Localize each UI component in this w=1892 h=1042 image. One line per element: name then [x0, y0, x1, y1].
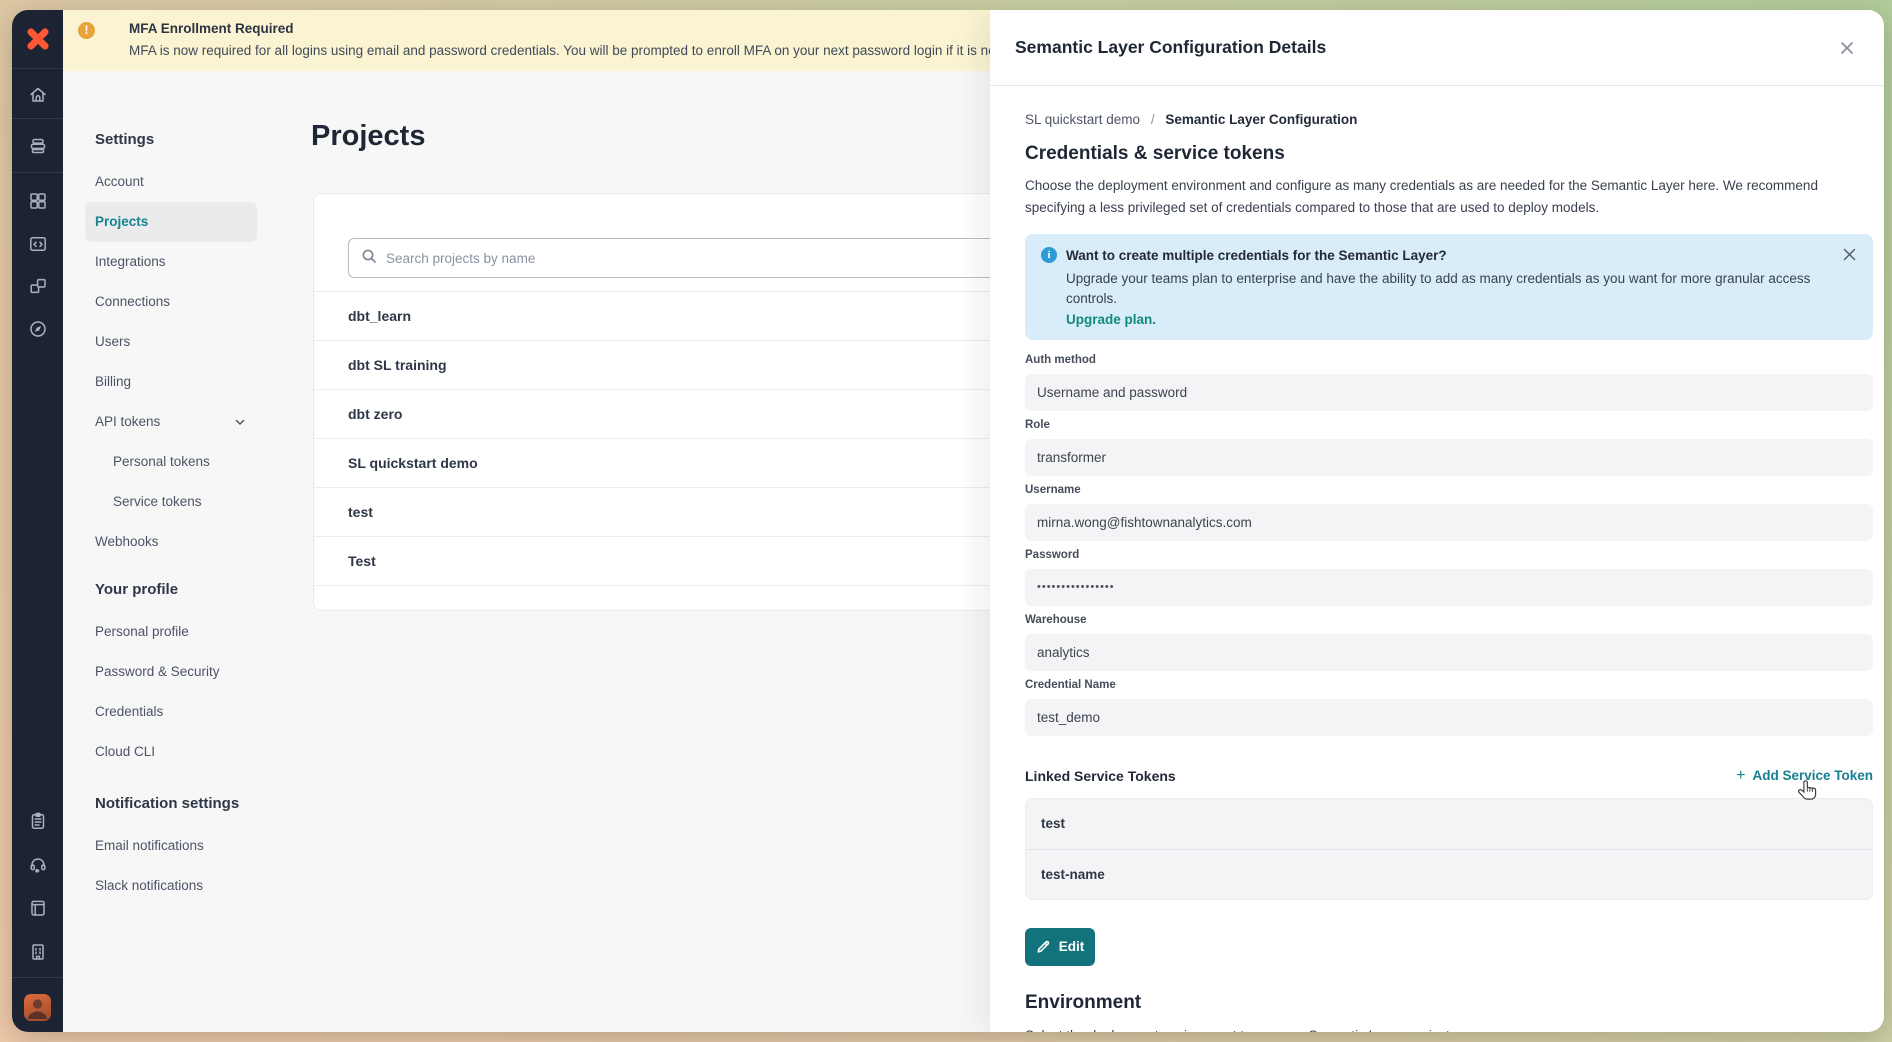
close-icon[interactable] [1834, 35, 1860, 61]
search-icon [361, 248, 377, 269]
profile-nav-header: Your profile [85, 578, 257, 606]
credential-name-field: test_demo [1025, 699, 1873, 736]
explore-icon[interactable] [24, 315, 51, 342]
warning-icon: ! [78, 22, 95, 39]
password-field: •••••••••••••••• [1025, 569, 1873, 606]
sidebar-item-slack-notifications[interactable]: Slack notifications [85, 866, 257, 906]
breadcrumb-current: Semantic Layer Configuration [1165, 112, 1357, 127]
docs-icon[interactable] [24, 894, 51, 921]
app-window: ! MFA Enrollment Required MFA is now req… [12, 10, 1884, 1032]
sidebar-item-cloud-cli[interactable]: Cloud CLI [85, 732, 257, 772]
warehouse-field: analytics [1025, 634, 1873, 671]
support-icon[interactable] [24, 850, 51, 877]
dbt-logo-icon[interactable] [23, 24, 53, 54]
linked-tokens-title: Linked Service Tokens [1025, 768, 1176, 784]
sidebar-item-email-notifications[interactable]: Email notifications [85, 826, 257, 866]
sidebar-item-connections[interactable]: Connections [85, 282, 257, 322]
service-token-list: test test-name [1025, 798, 1873, 900]
credential-fields: Auth method Username and password Role t… [1025, 354, 1870, 736]
deploy-icon[interactable] [24, 132, 51, 159]
sidebar-item-personal-profile[interactable]: Personal profile [85, 612, 257, 652]
sidebar-item-integrations[interactable]: Integrations [85, 242, 257, 282]
breadcrumb-parent[interactable]: SL quickstart demo [1025, 112, 1140, 127]
breadcrumb: SL quickstart demo / Semantic Layer Conf… [1025, 112, 1870, 127]
token-row[interactable]: test-name [1026, 849, 1872, 899]
mfa-banner-title: MFA Enrollment Required [129, 21, 990, 36]
edit-button[interactable]: Edit [1025, 928, 1095, 966]
chevron-down-icon [233, 415, 247, 429]
develop-icon[interactable] [24, 230, 51, 257]
mfa-banner-message: MFA is now required for all logins using… [129, 43, 990, 58]
warehouse-label: Warehouse [1025, 614, 1870, 630]
user-avatar[interactable] [24, 994, 51, 1021]
checklist-icon[interactable] [24, 807, 51, 834]
sidebar-item-api-tokens[interactable]: API tokens [85, 402, 257, 442]
username-field: mirna.wong@fishtownanalytics.com [1025, 504, 1873, 541]
info-banner-title: Want to create multiple credentials for … [1066, 248, 1447, 263]
role-field: transformer [1025, 439, 1873, 476]
sidebar-item-credentials[interactable]: Credentials [85, 692, 257, 732]
info-icon: i [1041, 247, 1057, 263]
role-label: Role [1025, 419, 1870, 435]
username-label: Username [1025, 484, 1870, 500]
auth-method-field: Username and password [1025, 374, 1873, 411]
sidebar-item-service-tokens[interactable]: Service tokens [85, 482, 257, 522]
panel-title: Semantic Layer Configuration Details [1015, 37, 1834, 58]
upgrade-info-banner: i Want to create multiple credentials fo… [1025, 234, 1873, 340]
environment-description: Select the deployment environment to run… [1025, 1028, 1870, 1032]
info-close-icon[interactable] [1842, 247, 1857, 262]
panel-body: SL quickstart demo / Semantic Layer Conf… [990, 112, 1884, 1032]
semantic-layer-panel: Semantic Layer Configuration Details SL … [990, 10, 1884, 1032]
section-title: Credentials & service tokens [1025, 143, 1870, 165]
add-service-token-button[interactable]: + Add Service Token [1736, 767, 1873, 785]
organization-icon[interactable] [24, 938, 51, 965]
dashboard-icon[interactable] [24, 187, 51, 214]
notifications-nav-header: Notification settings [85, 792, 257, 820]
auth-method-label: Auth method [1025, 354, 1870, 370]
breadcrumb-separator: / [1151, 112, 1155, 127]
mfa-banner: ! MFA Enrollment Required MFA is now req… [63, 10, 990, 71]
sidebar-item-account[interactable]: Account [85, 162, 257, 202]
info-banner-message: Upgrade your teams plan to enterprise an… [1066, 269, 1857, 310]
environment-title: Environment [1025, 992, 1870, 1020]
add-service-token-label: Add Service Token [1752, 768, 1873, 783]
sidebar-item-password-security[interactable]: Password & Security [85, 652, 257, 692]
sidebar-item-projects[interactable]: Projects [85, 202, 257, 242]
settings-nav-header: Settings [85, 128, 257, 156]
linked-tokens-header: Linked Service Tokens + Add Service Toke… [1025, 766, 1873, 786]
sidebar-item-billing[interactable]: Billing [85, 362, 257, 402]
password-label: Password [1025, 549, 1870, 565]
sidebar-item-webhooks[interactable]: Webhooks [85, 522, 257, 562]
icon-rail [12, 10, 63, 1032]
sidebar-item-users[interactable]: Users [85, 322, 257, 362]
settings-nav: Settings Account Projects Integrations C… [85, 128, 257, 906]
panel-header: Semantic Layer Configuration Details [990, 10, 1884, 86]
sidebar-item-personal-tokens[interactable]: Personal tokens [85, 442, 257, 482]
section-description: Choose the deployment environment and co… [1025, 175, 1870, 218]
pencil-icon [1036, 939, 1051, 954]
upgrade-plan-link[interactable]: Upgrade plan. [1066, 312, 1857, 327]
plus-icon: + [1736, 767, 1745, 785]
credential-name-label: Credential Name [1025, 679, 1870, 695]
home-icon[interactable] [24, 81, 51, 108]
projects-icon[interactable] [24, 272, 51, 299]
token-row[interactable]: test [1026, 799, 1872, 849]
page-title: Projects [311, 120, 425, 153]
edit-button-label: Edit [1059, 939, 1085, 954]
